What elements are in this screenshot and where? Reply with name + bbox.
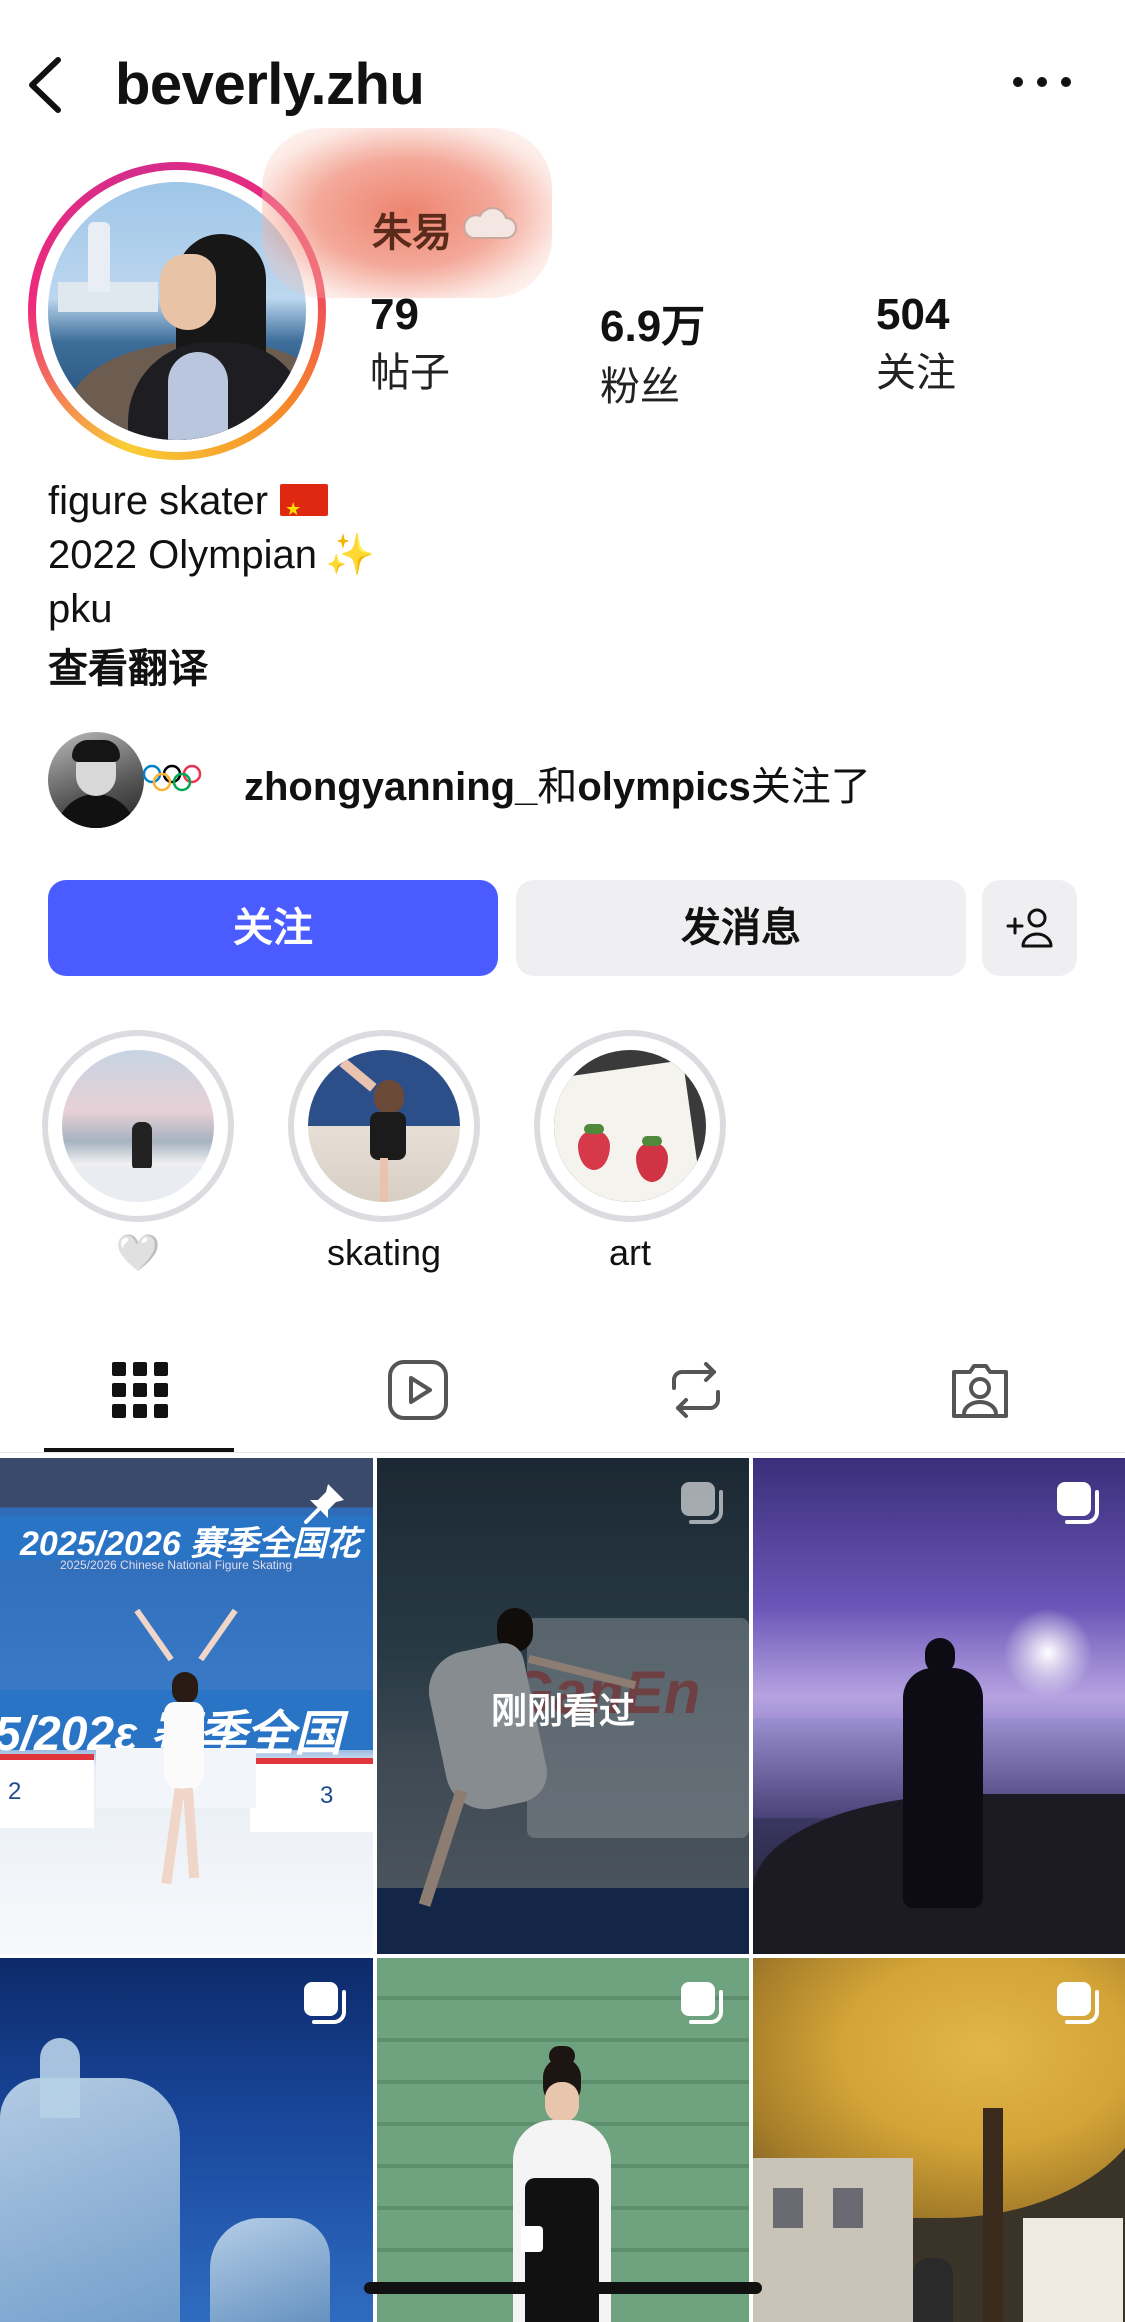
bio-line-2: 2022 Olympian ✨ [48, 533, 375, 577]
add-person-icon [1006, 908, 1053, 948]
reels-tab-icon[interactable] [386, 1358, 450, 1422]
multi-photo-icon [1057, 1482, 1099, 1524]
highlight-heart-cover [62, 1050, 214, 1202]
highlight-art-cover [554, 1050, 706, 1202]
grid-tab-icon[interactable] [108, 1358, 172, 1422]
multi-photo-icon [681, 1482, 723, 1524]
sparkles-icon: ✨ [325, 533, 375, 577]
following-label: 关注 [876, 351, 956, 395]
highlight-skating[interactable] [288, 1030, 480, 1222]
post-1-skater-head [172, 1672, 198, 1704]
podium-3 [250, 1758, 373, 1832]
tagged-tab-icon[interactable] [948, 1358, 1012, 1422]
followers-label: 粉丝 [600, 365, 680, 409]
pinned-icon [304, 1484, 344, 1524]
tab-divider [0, 1452, 1125, 1453]
display-name: 朱易 [372, 211, 452, 255]
highlight-skating-cover [308, 1050, 460, 1202]
following-count: 504 [876, 290, 950, 339]
posts-label: 帖子 [370, 351, 450, 395]
post-1-banner-subtext: 2025/2026 Chinese National Figure Skatin… [60, 1558, 293, 1572]
reposts-tab-icon[interactable] [664, 1358, 728, 1422]
followed-by-user-1[interactable]: zhongyanning_ [244, 765, 537, 809]
highlight-heart-label: 🤍 [115, 1232, 161, 1273]
post-2[interactable]: GanEn 刚刚看过 [377, 1458, 749, 1954]
following-stat[interactable]: 504 关注 [876, 290, 956, 398]
bio-line-3: pku [48, 587, 113, 631]
post-3[interactable] [753, 1458, 1125, 1954]
highlight-art[interactable] [534, 1030, 726, 1222]
olympic-rings-avatar-icon[interactable] [140, 762, 204, 796]
followers-stat[interactable]: 6.9万 粉丝 [600, 290, 705, 412]
posts-count: 79 [370, 290, 419, 339]
posts-stat[interactable]: 79 帖子 [370, 290, 450, 398]
post-4[interactable] [0, 1958, 373, 2322]
message-button[interactable]: 发消息 [516, 880, 966, 976]
multi-photo-icon [1057, 1982, 1099, 2024]
highlight-skating-label: skating [326, 1232, 442, 1273]
followed-by-user-2[interactable]: olympics [577, 765, 750, 809]
post-1-skater-dress [164, 1702, 204, 1792]
post-1[interactable]: 2025/2026 赛季全国花 2025/2026 Chinese Nation… [0, 1458, 373, 1954]
highlight-art-label: art [608, 1232, 651, 1273]
multi-photo-icon [681, 1982, 723, 2024]
profile-username: beverly.zhu [115, 52, 425, 117]
post-6[interactable] [753, 1958, 1125, 2322]
follow-button[interactable]: 关注 [48, 880, 498, 976]
highlight-heart[interactable] [42, 1030, 234, 1222]
cloud-icon [463, 207, 517, 239]
followed-by-text[interactable]: zhongyanning_和olympics关注了 [244, 754, 871, 812]
bio-line-1: figure skater [48, 474, 329, 536]
suggested-users-button[interactable] [982, 880, 1077, 976]
recently-viewed-label: 刚刚看过 [490, 1690, 635, 1731]
follower-avatar[interactable] [48, 732, 144, 828]
home-indicator[interactable] [364, 2282, 762, 2294]
china-flag-icon [280, 482, 329, 536]
ellipsis-icon[interactable] [1010, 62, 1074, 102]
post-5[interactable] [377, 1958, 749, 2322]
followers-count: 6.9万 [600, 302, 706, 351]
see-translation-link[interactable]: 查看翻译 [48, 636, 208, 694]
back-chevron-icon[interactable] [22, 50, 72, 120]
multi-photo-icon [304, 1982, 346, 2024]
